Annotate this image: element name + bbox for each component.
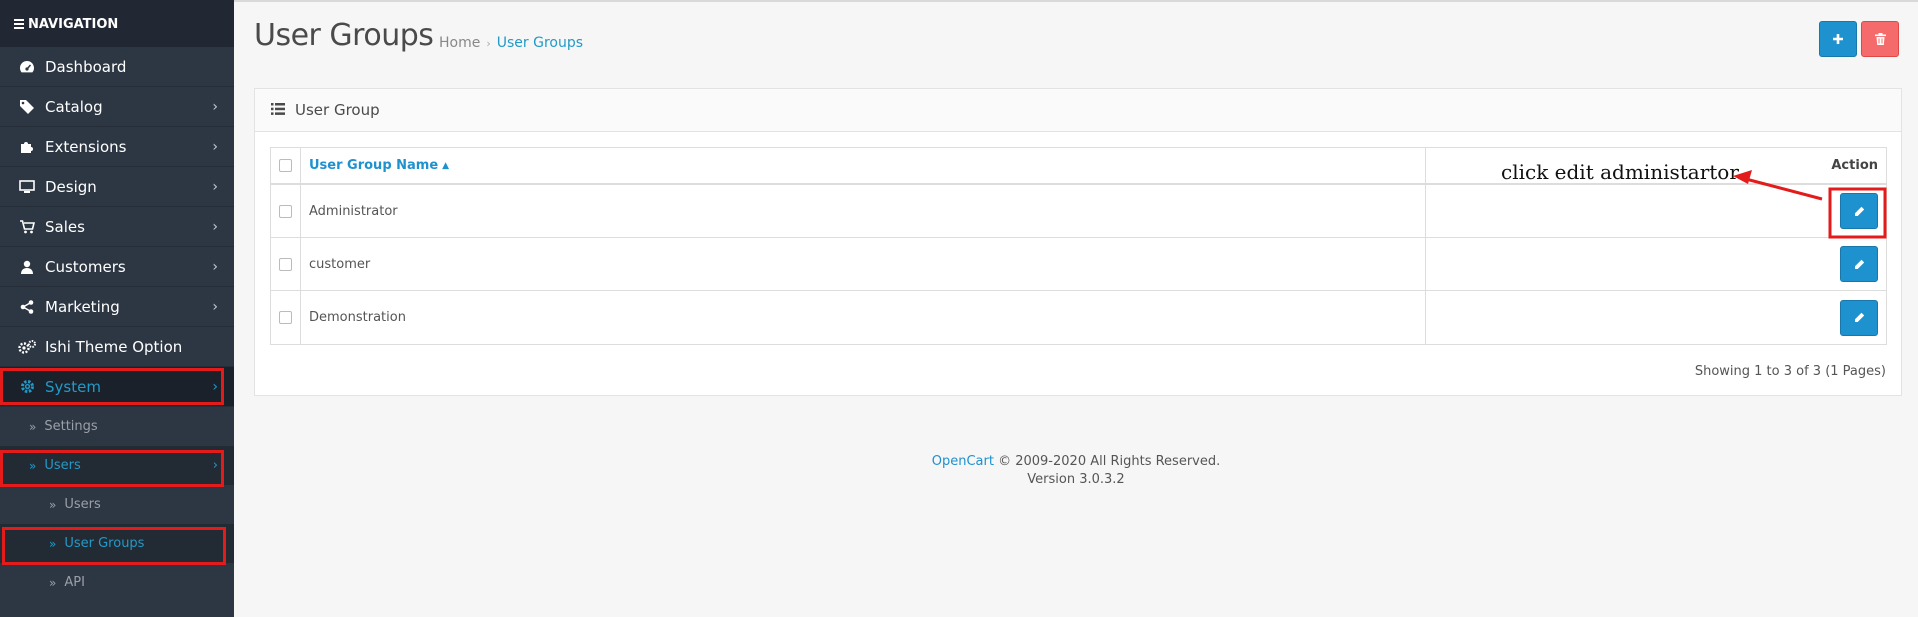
nav-header: NAVIGATION (0, 0, 234, 47)
sidebar: NAVIGATION Dashboard Catalog › Extension… (0, 0, 234, 617)
nav-header-label: NAVIGATION (28, 17, 119, 32)
sidebar-item-label: System (45, 377, 101, 396)
sidebar-item-system[interactable]: System › (0, 367, 234, 407)
sidebar-item-marketing[interactable]: Marketing › (0, 287, 234, 327)
chevron-right-icon: › (212, 179, 218, 195)
footer-version: Version 3.0.3.2 (1027, 472, 1125, 487)
sidebar-item-label: Catalog (45, 97, 103, 116)
sidebar-item-label: Customers (45, 257, 126, 276)
sidebar-item-sales[interactable]: Sales › (0, 207, 234, 247)
chevron-right-icon: › (212, 259, 218, 275)
tags-icon (18, 99, 36, 115)
footer-brand-link[interactable]: OpenCart (932, 454, 994, 469)
double-chevron-icon: » (49, 536, 57, 551)
annotation-overlay (1733, 170, 1887, 239)
sidebar-item-label: Design (45, 177, 97, 196)
sidebar-subitem-label: API (64, 575, 85, 590)
chevron-right-icon: › (212, 299, 218, 315)
footer-copyright-line: OpenCart © 2009-2020 All Rights Reserved… (234, 453, 1918, 471)
chevron-right-icon: › (212, 458, 218, 473)
double-chevron-icon: » (29, 458, 37, 473)
sidebar-subitem-label: User Groups (64, 536, 145, 551)
puzzle-icon (18, 139, 36, 155)
sidebar-subitem-label: Settings (44, 419, 98, 434)
sidebar-subitem-api[interactable]: » API (0, 563, 234, 602)
sidebar-subitem-user-groups[interactable]: » User Groups (0, 524, 234, 563)
chevron-right-icon: › (212, 379, 218, 395)
sidebar-item-ishi-theme-option[interactable]: Ishi Theme Option (0, 327, 234, 367)
sidebar-item-label: Ishi Theme Option (45, 337, 183, 356)
double-chevron-icon: » (49, 497, 57, 512)
hamburger-icon[interactable] (14, 19, 24, 29)
sidebar-subitem-users[interactable]: » Users › (0, 446, 234, 485)
main-content: User Groups Home › User Groups User Grou… (234, 0, 1918, 617)
sidebar-subitem-label: Users (64, 497, 101, 512)
chevron-right-icon: › (212, 139, 218, 155)
cart-icon (18, 219, 36, 235)
sidebar-subitem-label: Users (44, 458, 81, 473)
gears-icon (18, 339, 36, 355)
sidebar-item-label: Sales (45, 217, 85, 236)
annotation-arrow-line (1741, 176, 1823, 201)
sidebar-item-customers[interactable]: Customers › (0, 247, 234, 287)
cog-icon (18, 379, 36, 395)
chevron-right-icon: › (212, 99, 218, 115)
sidebar-subitem-users-list[interactable]: » Users (0, 485, 234, 524)
double-chevron-icon: » (49, 575, 57, 590)
sidebar-item-label: Marketing (45, 297, 120, 316)
footer: OpenCart © 2009-2020 All Rights Reserved… (234, 453, 1918, 489)
sidebar-item-dashboard[interactable]: Dashboard (0, 47, 234, 87)
annotation-arrowhead-icon (1733, 170, 1752, 184)
share-icon (18, 299, 36, 315)
user-icon (18, 259, 36, 275)
sidebar-item-catalog[interactable]: Catalog › (0, 87, 234, 127)
sidebar-item-label: Dashboard (45, 57, 127, 76)
footer-copyright: © 2009-2020 All Rights Reserved. (998, 454, 1221, 469)
sidebar-subitem-settings[interactable]: » Settings (0, 407, 234, 446)
dashboard-icon (18, 59, 36, 75)
highlight-box-edit-administrator (1828, 187, 1887, 239)
sidebar-item-design[interactable]: Design › (0, 167, 234, 207)
desktop-icon (18, 179, 36, 195)
chevron-right-icon: › (212, 219, 218, 235)
double-chevron-icon: » (29, 419, 37, 434)
sidebar-item-label: Extensions (45, 137, 127, 156)
sidebar-item-extensions[interactable]: Extensions › (0, 127, 234, 167)
